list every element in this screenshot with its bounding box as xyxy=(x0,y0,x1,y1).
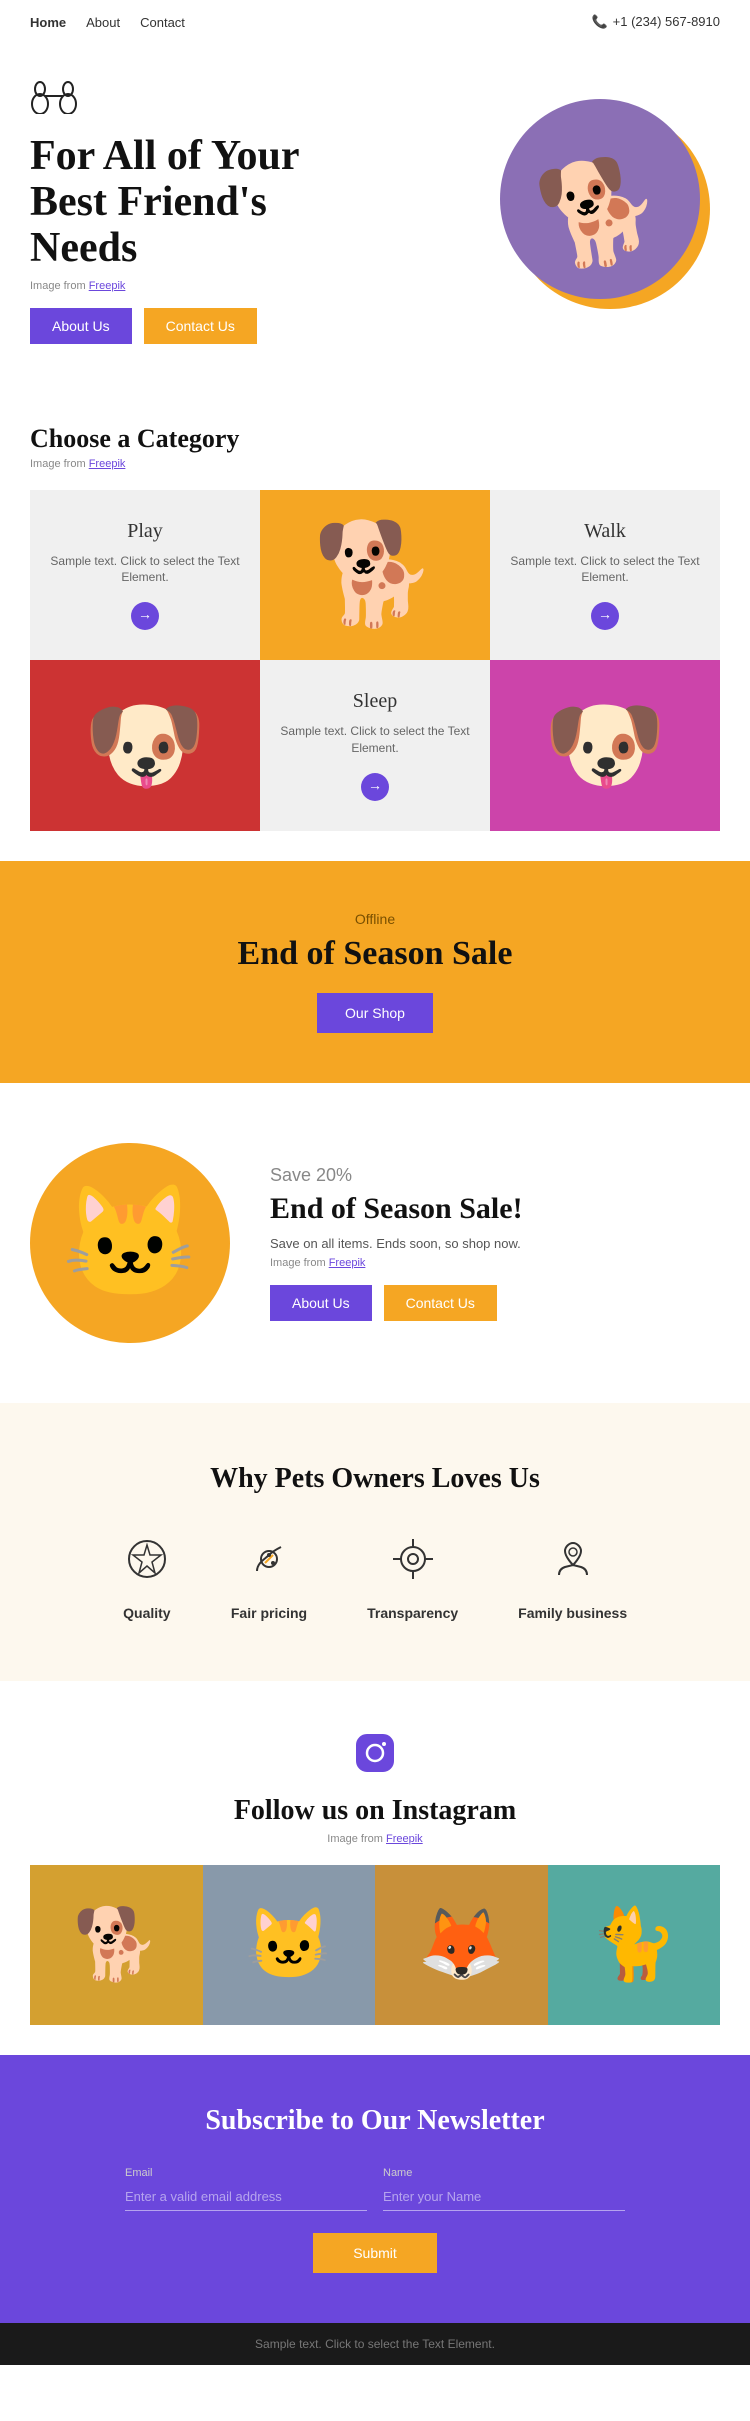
instagram-photo-3[interactable]: 🦊 xyxy=(375,1865,548,2025)
nav-link-contact[interactable]: Contact xyxy=(140,15,185,30)
instagram-photo-1-emoji: 🐕 xyxy=(73,1904,160,1986)
instagram-photo-2[interactable]: 🐱 xyxy=(203,1865,376,2025)
transparency-label: Transparency xyxy=(367,1605,458,1621)
why-section: Why Pets Owners Loves Us Quality xyxy=(0,1403,750,1681)
instagram-section: Follow us on Instagram Image from Freepi… xyxy=(0,1681,750,2055)
submit-button[interactable]: Submit xyxy=(313,2233,437,2273)
hero-about-button[interactable]: About Us xyxy=(30,308,132,344)
name-input[interactable] xyxy=(383,2183,625,2211)
save-about-button[interactable]: About Us xyxy=(270,1285,372,1321)
cat-circle-image: 🐱 xyxy=(30,1143,230,1343)
save-freepik-link[interactable]: Freepik xyxy=(329,1257,366,1269)
category-section: Choose a Category Image from Freepik Pla… xyxy=(0,384,750,861)
category-sleep-text: Sample text. Click to select the Text El… xyxy=(280,723,470,757)
fair-pricing-icon xyxy=(245,1535,293,1593)
name-field-group: Name xyxy=(383,2167,625,2211)
quality-label: Quality xyxy=(123,1605,170,1621)
hero-image-credit: Image from Freepik xyxy=(30,280,480,292)
footer-bottom-text: Sample text. Click to select the Text El… xyxy=(30,2337,720,2351)
save-percent: Save 20% xyxy=(270,1165,720,1186)
save-description: Save on all items. Ends soon, so shop no… xyxy=(270,1236,720,1251)
nav-link-about[interactable]: About xyxy=(86,15,120,30)
footer-bottom: Sample text. Click to select the Text El… xyxy=(0,2323,750,2365)
hero-freepik-link[interactable]: Freepik xyxy=(89,280,126,292)
instagram-photo-1[interactable]: 🐕 xyxy=(30,1865,203,2025)
family-business-label: Family business xyxy=(518,1605,627,1621)
category-walk-title: Walk xyxy=(584,520,626,543)
instagram-grid: 🐕 🐱 🦊 🐈 xyxy=(30,1865,720,2025)
instagram-photo-4-emoji: 🐈 xyxy=(590,1904,677,1986)
dog-placeholder-3: 🐶 xyxy=(490,665,720,825)
category-play-card: Play Sample text. Click to select the Te… xyxy=(30,490,260,661)
transparency-icon xyxy=(389,1535,437,1593)
family-business-icon xyxy=(549,1535,597,1593)
save-image: 🐱 xyxy=(30,1143,230,1343)
instagram-photo-2-emoji: 🐱 xyxy=(245,1904,332,1986)
category-play-text: Sample text. Click to select the Text El… xyxy=(50,553,240,587)
category-play-arrow[interactable]: → xyxy=(131,602,159,630)
footer: Sample text. Click to select the Text El… xyxy=(0,2323,750,2365)
instagram-photo-3-emoji: 🦊 xyxy=(418,1904,505,1986)
fair-pricing-label: Fair pricing xyxy=(231,1605,307,1621)
navbar: Home About Contact +1 (234) 567-8910 xyxy=(0,0,750,44)
save-contact-button[interactable]: Contact Us xyxy=(384,1285,497,1321)
instagram-icon xyxy=(30,1731,720,1785)
newsletter-fields-row: Email Name xyxy=(125,2167,625,2211)
why-title: Why Pets Owners Loves Us xyxy=(30,1463,720,1495)
newsletter-form: Email Name Submit xyxy=(125,2167,625,2273)
category-sleep-card: Sleep Sample text. Click to select the T… xyxy=(260,660,490,831)
name-label: Name xyxy=(383,2167,412,2179)
quality-icon xyxy=(123,1535,171,1593)
newsletter-section: Subscribe to Our Newsletter Email Name S… xyxy=(0,2055,750,2323)
newsletter-title: Subscribe to Our Newsletter xyxy=(30,2105,720,2137)
category-title: Choose a Category xyxy=(30,424,720,454)
email-field-group: Email xyxy=(125,2167,367,2211)
email-input[interactable] xyxy=(125,2183,367,2211)
instagram-image-credit: Image from Freepik xyxy=(30,1833,720,1845)
hero-contact-button[interactable]: Contact Us xyxy=(144,308,257,344)
category-walk-arrow[interactable]: → xyxy=(591,602,619,630)
category-dog-image-2: 🐶 xyxy=(30,660,260,831)
pet-icon xyxy=(30,74,480,123)
our-shop-button[interactable]: Our Shop xyxy=(317,993,433,1033)
hero-buttons: About Us Contact Us xyxy=(30,308,480,344)
category-dog-image-1: 🐕 xyxy=(260,490,490,661)
category-walk-card: Walk Sample text. Click to select the Te… xyxy=(490,490,720,661)
dog-placeholder-1: 🐕 xyxy=(260,495,490,655)
nav-link-home[interactable]: Home xyxy=(30,15,66,30)
sale-banner: Offline End of Season Sale Our Shop xyxy=(0,861,750,1083)
instagram-freepik-link[interactable]: Freepik xyxy=(386,1833,423,1845)
save-title: End of Season Sale! xyxy=(270,1192,720,1226)
save-content: Save 20% End of Season Sale! Save on all… xyxy=(270,1165,720,1321)
instagram-photo-4[interactable]: 🐈 xyxy=(548,1865,721,2025)
hero-content: For All of Your Best Friend's Needs Imag… xyxy=(30,74,480,344)
category-play-title: Play xyxy=(127,520,163,543)
category-image-credit: Image from Freepik xyxy=(30,458,720,470)
instagram-title: Follow us on Instagram xyxy=(30,1795,720,1827)
why-fair-pricing-item: Fair pricing xyxy=(231,1535,307,1621)
why-icons: Quality Fair pricing xyxy=(30,1535,720,1621)
save-buttons: About Us Contact Us xyxy=(270,1285,720,1321)
category-walk-text: Sample text. Click to select the Text El… xyxy=(510,553,700,587)
email-label: Email xyxy=(125,2167,153,2179)
hero-title: For All of Your Best Friend's Needs xyxy=(30,133,480,272)
nav-links: Home About Contact xyxy=(30,15,185,30)
why-quality-item: Quality xyxy=(123,1535,171,1621)
why-transparency-item: Transparency xyxy=(367,1535,458,1621)
category-dog-image-3: 🐶 xyxy=(490,660,720,831)
category-grid: Play Sample text. Click to select the Te… xyxy=(30,490,720,831)
sale-title: End of Season Sale xyxy=(30,935,720,973)
save-image-credit: Image from Freepik xyxy=(270,1257,720,1269)
why-family-business-item: Family business xyxy=(518,1535,627,1621)
hero-image: 🐕 xyxy=(500,99,720,319)
category-sleep-arrow[interactable]: → xyxy=(361,773,389,801)
save-section: 🐱 Save 20% End of Season Sale! Save on a… xyxy=(0,1083,750,1403)
nav-phone: +1 (234) 567-8910 xyxy=(591,14,720,30)
dog-placeholder-2: 🐶 xyxy=(30,665,260,825)
hero-section: For All of Your Best Friend's Needs Imag… xyxy=(0,44,750,384)
hero-dog-image: 🐕 xyxy=(500,99,700,299)
sale-label: Offline xyxy=(30,911,720,927)
category-sleep-title: Sleep xyxy=(353,690,397,713)
category-freepik-link[interactable]: Freepik xyxy=(89,458,126,470)
